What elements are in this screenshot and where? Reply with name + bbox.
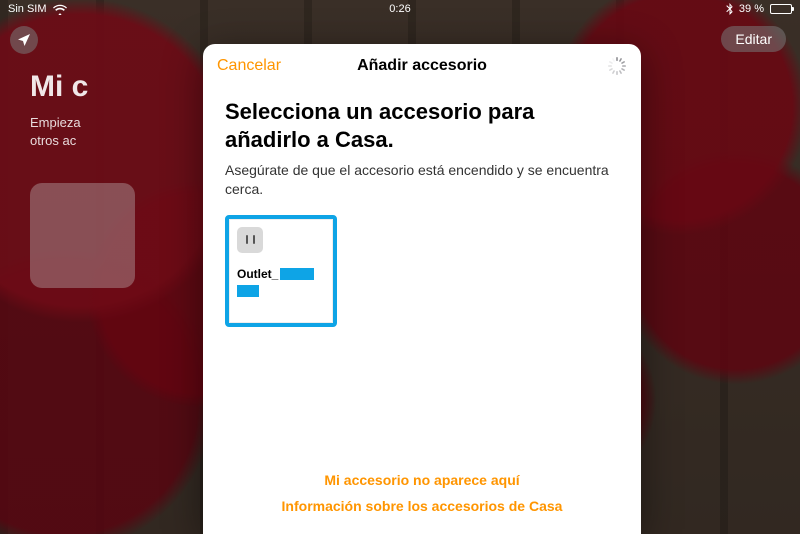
carrier-text: Sin SIM [8, 3, 47, 15]
location-button[interactable] [10, 26, 38, 54]
modal-body: Selecciona un accesorio para añadirlo a … [203, 88, 641, 457]
accessory-name: Outlet_ [237, 267, 325, 281]
modal-heading: Selecciona un accesorio para añadirlo a … [225, 98, 619, 153]
wifi-icon [53, 4, 67, 15]
modal-footer: Mi accesorio no aparece aquí Información… [203, 457, 641, 534]
modal-header: Cancelar Añadir accesorio [203, 44, 641, 88]
cancel-button[interactable]: Cancelar [217, 44, 281, 88]
accessory-not-showing-link[interactable]: Mi accesorio no aparece aquí [203, 467, 641, 494]
clock: 0:26 [389, 3, 410, 15]
background-tile [30, 183, 135, 288]
battery-text: 39 % [739, 3, 764, 15]
redacted-text [280, 268, 314, 280]
spinner-icon [607, 56, 627, 76]
bluetooth-icon [726, 3, 733, 15]
modal-subheading: Asegúrate de que el accesorio está encen… [225, 161, 619, 199]
home-accessories-info-link[interactable]: Información sobre los accesorios de Casa [203, 493, 641, 520]
battery-icon [770, 4, 792, 14]
add-accessory-modal: Cancelar Añadir accesorio [203, 44, 641, 534]
edit-button[interactable]: Editar [721, 26, 786, 52]
modal-title: Añadir accesorio [357, 57, 487, 75]
redacted-text [237, 285, 259, 297]
accessory-tile[interactable]: Outlet_ [225, 215, 337, 327]
outlet-icon [237, 227, 263, 253]
status-bar: Sin SIM 0:26 39 % [0, 0, 800, 18]
